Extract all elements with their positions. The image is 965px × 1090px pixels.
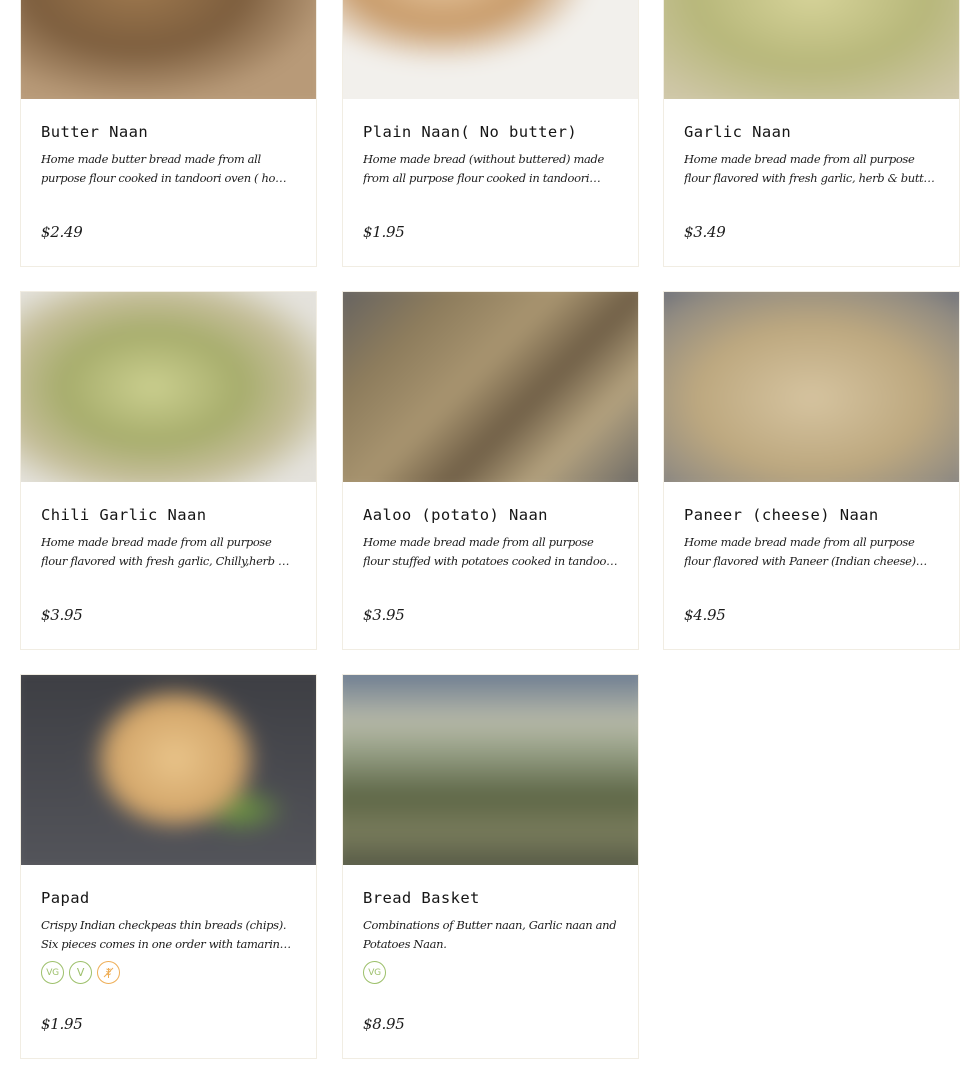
wheat-icon [103, 967, 114, 978]
menu-item-description: Home made bread made from all purpose fl… [684, 152, 935, 185]
menu-item-image [21, 292, 316, 482]
vegan-icon: VG [363, 961, 386, 984]
menu-item-price: $8.95 [363, 1015, 405, 1033]
menu-item-title: Plain Naan( No butter) [363, 123, 578, 141]
menu-item-card[interactable]: Bread Basket Combinations of Butter naan… [342, 674, 639, 1059]
menu-item-image [343, 292, 638, 482]
dietary-badges: VG [363, 961, 618, 985]
dietary-badges: VG V [41, 961, 296, 985]
menu-item-price: $3.95 [363, 606, 405, 624]
menu-item-price: $1.95 [363, 223, 405, 241]
menu-item-image [21, 675, 316, 865]
menu-item-card[interactable]: Paneer (cheese) Naan Home made bread mad… [663, 291, 960, 650]
menu-item-title: Aaloo (potato) Naan [363, 506, 548, 524]
menu-item-title: Chili Garlic Naan [41, 506, 207, 524]
menu-item-description: Home made butter bread made from all pur… [41, 152, 293, 185]
menu-item-price: $2.49 [41, 223, 83, 241]
menu-item-price: $3.95 [41, 606, 83, 624]
menu-item-description: Home made bread made from all purpose fl… [363, 535, 615, 568]
menu-item-card[interactable]: Garlic Naan Home made bread made from al… [663, 0, 960, 267]
menu-item-image [664, 292, 959, 482]
menu-item-title: Bread Basket [363, 889, 480, 907]
menu-item-image [343, 675, 638, 865]
vegetarian-icon: V [69, 961, 92, 984]
vegan-icon: VG [41, 961, 64, 984]
menu-item-description: Home made bread made from all purpose fl… [41, 535, 288, 568]
menu-item-title: Paneer (cheese) Naan [684, 506, 879, 524]
menu-item-card[interactable]: Papad Crispy Indian checkpeas thin bread… [20, 674, 317, 1059]
menu-item-image [21, 0, 316, 99]
menu-item-description: Home made bread made from all purpose fl… [684, 535, 916, 568]
menu-item-card[interactable]: Aaloo (potato) Naan Home made bread made… [342, 291, 639, 650]
menu-item-title: Butter Naan [41, 123, 149, 141]
menu-item-description: Home made bread (without buttered) made … [363, 152, 604, 185]
gluten-free-icon [97, 961, 120, 984]
menu-item-card[interactable]: Chili Garlic Naan Home made bread made f… [20, 291, 317, 650]
menu-item-title: Papad [41, 889, 90, 907]
menu-item-title: Garlic Naan [684, 123, 792, 141]
menu-item-card[interactable]: Butter Naan Home made butter bread made … [20, 0, 317, 267]
menu-item-card[interactable]: Plain Naan( No butter) Home made bread (… [342, 0, 639, 267]
menu-item-image [343, 0, 638, 99]
menu-item-price: $4.95 [684, 606, 726, 624]
menu-item-price: $3.49 [684, 223, 726, 241]
menu-item-price: $1.95 [41, 1015, 83, 1033]
menu-item-description: Crispy Indian checkpeas thin breads (chi… [41, 918, 294, 951]
menu-item-image [664, 0, 959, 99]
menu-item-description: Combinations of Butter naan, Garlic naan… [363, 918, 617, 951]
